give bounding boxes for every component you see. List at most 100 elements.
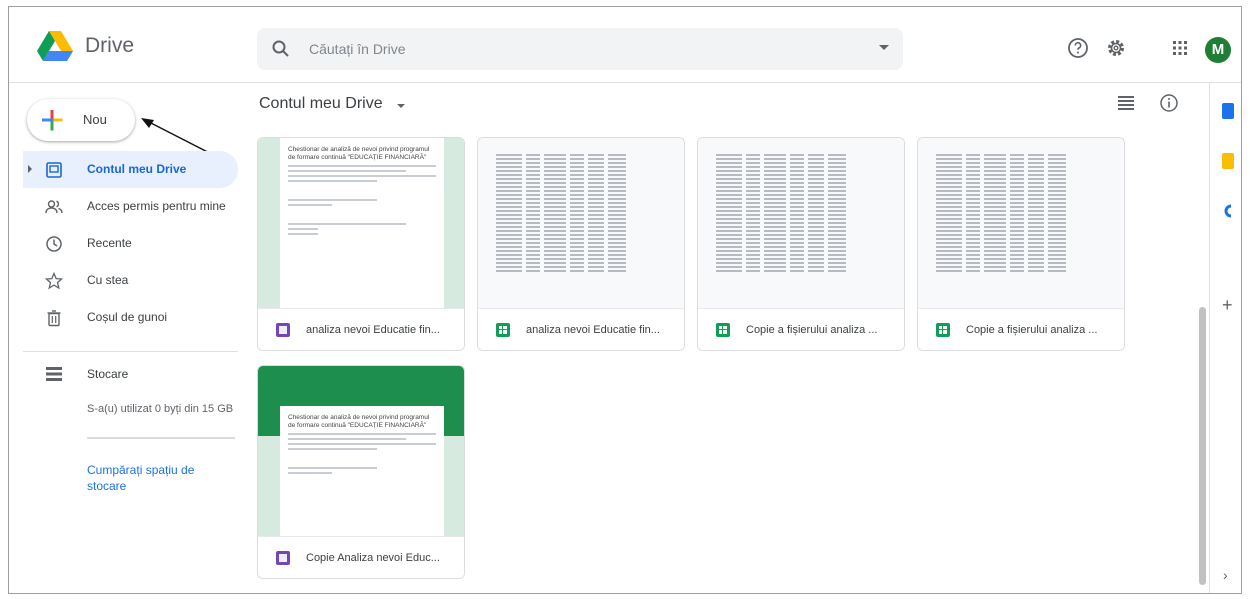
spreadsheet-row bbox=[496, 178, 666, 180]
spreadsheet-row bbox=[716, 206, 886, 208]
search-options-icon[interactable] bbox=[879, 45, 889, 50]
file-thumbnail[interactable] bbox=[478, 138, 684, 308]
storage-usage-text: S-a(u) utilizat 0 byți din 15 GB bbox=[87, 403, 234, 415]
spreadsheet-row bbox=[496, 158, 666, 160]
spreadsheet-row bbox=[496, 194, 666, 196]
help-icon[interactable] bbox=[1067, 37, 1089, 59]
tasks-addon-icon[interactable] bbox=[1222, 203, 1234, 219]
file-thumbnail[interactable] bbox=[698, 138, 904, 308]
form-preview-page: Chestionar de analiză de nevoi privind p… bbox=[280, 406, 444, 536]
account-avatar[interactable]: M bbox=[1205, 37, 1231, 63]
keep-addon-icon[interactable] bbox=[1222, 153, 1234, 169]
spreadsheet-preview bbox=[716, 152, 886, 302]
file-thumbnail[interactable] bbox=[918, 138, 1124, 308]
sidebar-item-label: Cu stea bbox=[87, 273, 129, 287]
spreadsheet-row bbox=[716, 250, 886, 252]
sidebar-item-trash[interactable]: Coșul de gunoi bbox=[23, 299, 238, 336]
storage-usage-bar bbox=[87, 437, 235, 439]
spreadsheet-row bbox=[716, 186, 886, 188]
storage-icon bbox=[46, 367, 62, 381]
spreadsheet-row bbox=[936, 246, 1106, 248]
spreadsheet-row bbox=[716, 270, 886, 272]
spreadsheet-row bbox=[496, 226, 666, 228]
spreadsheet-row bbox=[716, 154, 886, 156]
search-input[interactable]: Căutați în Drive bbox=[309, 41, 405, 57]
file-thumbnail[interactable]: Chestionar de analiză de nevoi privind p… bbox=[258, 138, 464, 308]
file-card-footer[interactable]: Copie a fișierului analiza ... bbox=[698, 308, 904, 350]
file-card[interactable]: Copie a fișierului analiza ... bbox=[697, 137, 905, 351]
drive-logo-icon[interactable] bbox=[37, 29, 73, 61]
spreadsheet-row bbox=[496, 246, 666, 248]
forms-icon bbox=[276, 323, 290, 337]
spreadsheet-row bbox=[936, 234, 1106, 236]
search-icon[interactable] bbox=[271, 39, 291, 59]
expand-caret-icon[interactable] bbox=[28, 165, 32, 173]
file-card[interactable]: Copie a fișierului analiza ... bbox=[917, 137, 1125, 351]
info-icon[interactable] bbox=[1159, 93, 1179, 113]
my-drive-icon bbox=[46, 162, 62, 178]
settings-gear-icon[interactable] bbox=[1105, 37, 1127, 59]
spreadsheet-row bbox=[716, 162, 886, 164]
scrollbar-thumb[interactable] bbox=[1199, 307, 1206, 585]
file-card-footer[interactable]: Copie Analiza nevoi Educ... bbox=[258, 536, 464, 578]
file-card[interactable]: analiza nevoi Educatie fin... bbox=[477, 137, 685, 351]
file-card-footer[interactable]: Copie a fișierului analiza ... bbox=[918, 308, 1124, 350]
form-preview-title: Chestionar de analiză de nevoi privind p… bbox=[288, 146, 430, 161]
buy-storage-link[interactable]: Cumpărați spațiu de stocare bbox=[87, 462, 227, 494]
form-preview-title: Chestionar de analiză de nevoi privind p… bbox=[288, 414, 430, 429]
spreadsheet-preview bbox=[496, 152, 666, 302]
storage-label[interactable]: Stocare bbox=[87, 367, 128, 381]
search-bar[interactable]: Căutați în Drive bbox=[257, 28, 903, 70]
add-addon-plus-icon[interactable]: + bbox=[1222, 295, 1233, 316]
spreadsheet-row bbox=[496, 234, 666, 236]
app-title[interactable]: Drive bbox=[85, 34, 134, 58]
file-card[interactable]: Chestionar de analiză de nevoi privind p… bbox=[257, 365, 465, 579]
spreadsheet-row bbox=[936, 174, 1106, 176]
sidebar-item-starred[interactable]: Cu stea bbox=[23, 262, 238, 299]
spreadsheet-row bbox=[936, 182, 1106, 184]
spreadsheet-row bbox=[716, 214, 886, 216]
spreadsheet-row bbox=[716, 230, 886, 232]
expand-panel-chevron-icon[interactable]: › bbox=[1223, 567, 1228, 583]
spreadsheet-row bbox=[496, 210, 666, 212]
sidebar-item-shared-with-me[interactable]: Acces permis pentru mine bbox=[23, 188, 238, 225]
spreadsheet-row bbox=[496, 186, 666, 188]
spreadsheet-row bbox=[496, 254, 666, 256]
spreadsheet-row bbox=[936, 238, 1106, 240]
spreadsheet-row bbox=[716, 158, 886, 160]
file-name: analiza nevoi Educatie fin... bbox=[526, 324, 660, 336]
spreadsheet-row bbox=[496, 214, 666, 216]
sidebar-item-label: Acces permis pentru mine bbox=[87, 199, 226, 213]
breadcrumb[interactable]: Contul meu Drive bbox=[259, 95, 383, 113]
top-bar: Drive Căutați în Drive M bbox=[9, 7, 1241, 83]
spreadsheet-row bbox=[716, 238, 886, 240]
spreadsheet-row bbox=[716, 266, 886, 268]
clock-icon bbox=[46, 236, 62, 252]
spreadsheet-row bbox=[936, 258, 1106, 260]
sidebar-divider bbox=[23, 351, 238, 352]
spreadsheet-row bbox=[716, 218, 886, 220]
form-preview-page: Chestionar de analiză de nevoi privind p… bbox=[280, 138, 444, 308]
spreadsheet-row bbox=[716, 234, 886, 236]
spreadsheet-row bbox=[496, 258, 666, 260]
spreadsheet-row bbox=[496, 266, 666, 268]
new-button[interactable]: Nou bbox=[27, 99, 135, 141]
calendar-addon-icon[interactable] bbox=[1222, 103, 1234, 119]
spreadsheet-row bbox=[496, 222, 666, 224]
spreadsheet-row bbox=[716, 246, 886, 248]
list-view-icon[interactable] bbox=[1117, 95, 1135, 111]
file-card[interactable]: Chestionar de analiză de nevoi privind p… bbox=[257, 137, 465, 351]
file-name: Copie a fișierului analiza ... bbox=[746, 324, 878, 336]
sheets-icon bbox=[716, 323, 730, 337]
sidebar-item-my-drive[interactable]: Contul meu Drive bbox=[23, 151, 238, 188]
file-card-footer[interactable]: analiza nevoi Educatie fin... bbox=[258, 308, 464, 350]
spreadsheet-row bbox=[936, 166, 1106, 168]
file-thumbnail[interactable]: Chestionar de analiză de nevoi privind p… bbox=[258, 366, 464, 536]
form-preview: Chestionar de analiză de nevoi privind p… bbox=[258, 138, 464, 308]
file-card-footer[interactable]: analiza nevoi Educatie fin... bbox=[478, 308, 684, 350]
breadcrumb-dropdown-icon[interactable] bbox=[397, 104, 405, 108]
spreadsheet-row bbox=[716, 242, 886, 244]
apps-grid-icon[interactable] bbox=[1169, 37, 1191, 59]
sheets-icon bbox=[496, 323, 510, 337]
sidebar-item-recent[interactable]: Recente bbox=[23, 225, 238, 262]
